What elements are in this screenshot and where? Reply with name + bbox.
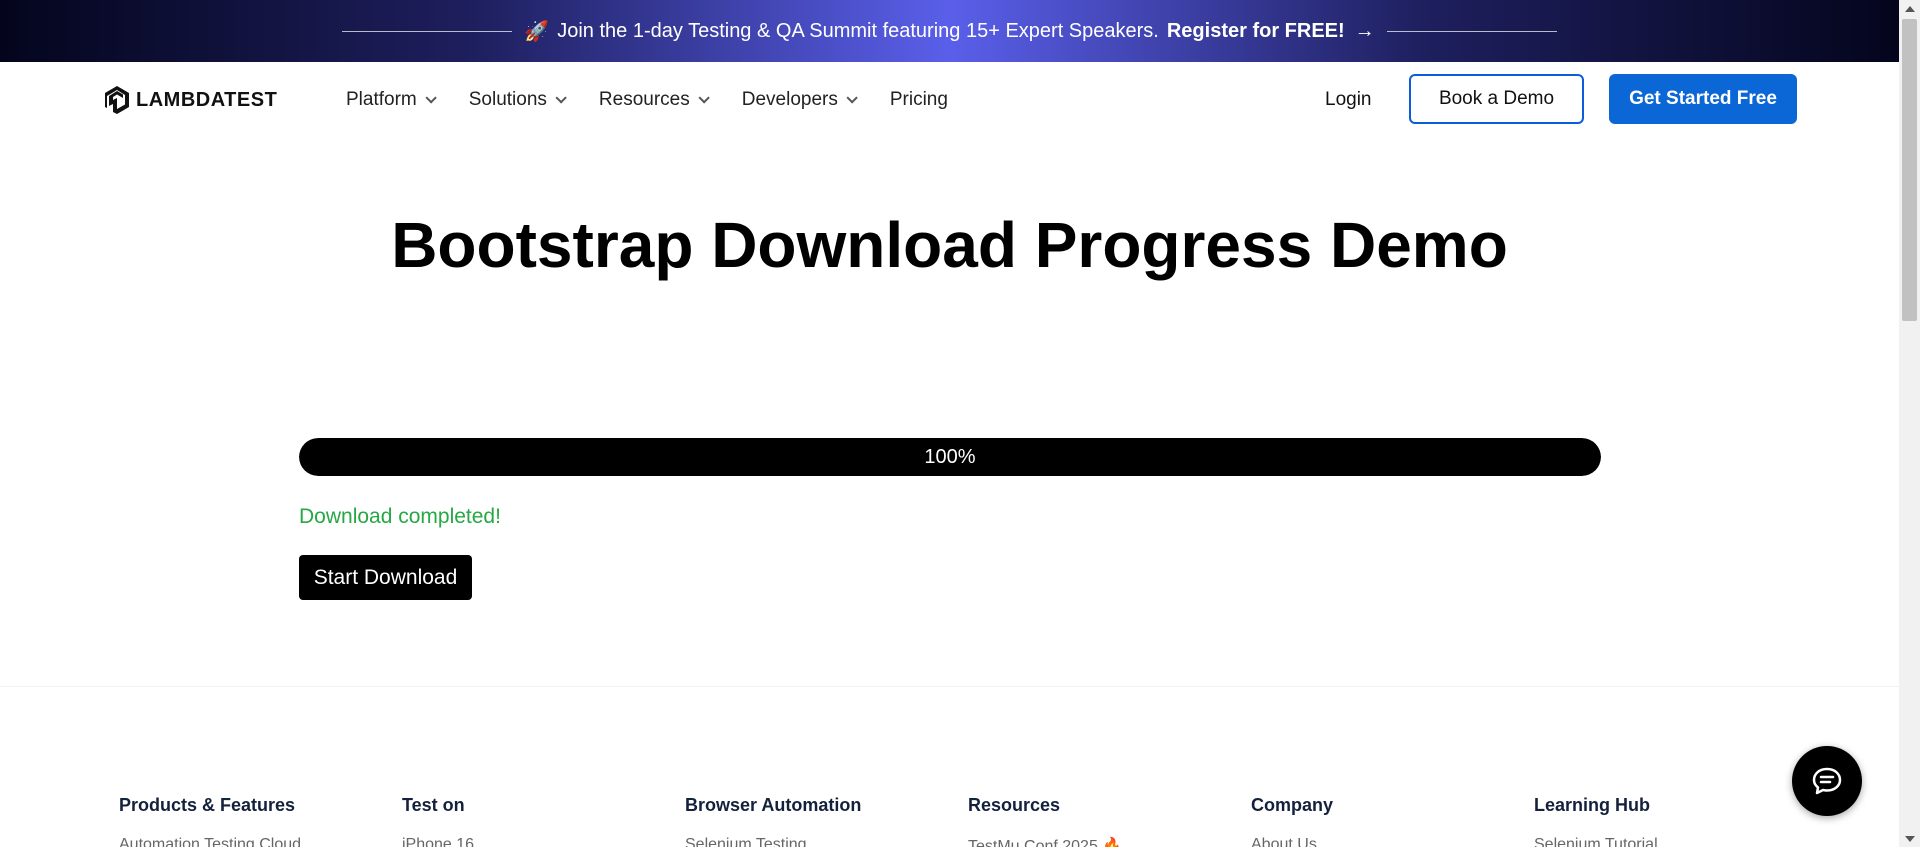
footer-column: Learning Hub Selenium Tutorial bbox=[1534, 795, 1794, 847]
chat-button[interactable] bbox=[1792, 746, 1862, 816]
chevron-down-icon bbox=[555, 92, 567, 104]
footer-link[interactable]: Selenium Testing bbox=[685, 836, 945, 847]
login-link[interactable]: Login bbox=[1325, 89, 1372, 111]
page-scrollbar[interactable] bbox=[1899, 0, 1920, 847]
footer-link[interactable]: iPhone 16 bbox=[402, 836, 662, 847]
promo-banner[interactable]: 🚀 Join the 1-day Testing & QA Summit fea… bbox=[0, 0, 1899, 62]
nav-label: Platform bbox=[346, 89, 417, 110]
footer-heading: Products & Features bbox=[119, 795, 296, 815]
banner-divider-left bbox=[342, 30, 513, 32]
footer-column: Products & Features Automation Testing C… bbox=[119, 795, 379, 847]
footer-heading: Company bbox=[1251, 795, 1334, 815]
banner-divider-right bbox=[1386, 30, 1557, 32]
footer-link[interactable]: About Us bbox=[1251, 836, 1511, 847]
promo-text: Join the 1-day Testing & QA Summit featu… bbox=[557, 19, 1159, 42]
download-status: Download completed! bbox=[299, 505, 501, 528]
scroll-down-arrow-icon[interactable] bbox=[1899, 830, 1920, 847]
promo-register-link[interactable]: Register for FREE! bbox=[1167, 20, 1345, 43]
chevron-down-icon bbox=[698, 92, 710, 104]
nav-label: Resources bbox=[598, 89, 690, 110]
nav-label: Pricing bbox=[889, 89, 948, 110]
footer-link[interactable]: TestMu Conf 2025 🔥 bbox=[968, 836, 1228, 847]
footer-link[interactable]: Selenium Tutorial bbox=[1534, 836, 1794, 847]
site-header: LAMBDATEST Platform Solutions Resources … bbox=[0, 62, 1899, 138]
footer-heading: Resources bbox=[968, 795, 1061, 815]
page-title: Bootstrap Download Progress Demo bbox=[391, 209, 1508, 281]
footer-column: Browser Automation Selenium Testing bbox=[685, 795, 945, 847]
nav-pricing[interactable]: Pricing bbox=[890, 89, 948, 111]
nav-platform[interactable]: Platform bbox=[346, 89, 437, 111]
progress-label: 100% bbox=[924, 445, 976, 468]
nav-solutions[interactable]: Solutions bbox=[468, 89, 567, 111]
lambdatest-logo-icon bbox=[105, 86, 129, 114]
rocket-icon: 🚀 bbox=[524, 20, 550, 43]
logo-text: LAMBDATEST bbox=[136, 88, 278, 111]
download-progress-bar: 100% bbox=[299, 438, 1601, 476]
get-started-button[interactable]: Get Started Free bbox=[1609, 74, 1797, 124]
nav-label: Developers bbox=[741, 89, 838, 110]
logo[interactable]: LAMBDATEST bbox=[102, 84, 277, 116]
scroll-up-arrow-icon[interactable] bbox=[1899, 0, 1920, 17]
progress-fill: 100% bbox=[299, 438, 1601, 476]
main-nav: Platform Solutions Resources Developers … bbox=[346, 62, 984, 138]
footer-column: Company About Us bbox=[1251, 795, 1511, 847]
scrollbar-thumb[interactable] bbox=[1902, 19, 1917, 321]
site-footer: Products & Features Automation Testing C… bbox=[0, 686, 1899, 847]
nav-resources[interactable]: Resources bbox=[598, 89, 710, 111]
footer-heading: Browser Automation bbox=[685, 795, 862, 815]
arrow-right-icon: → bbox=[1354, 19, 1375, 42]
footer-column: Resources TestMu Conf 2025 🔥 bbox=[968, 795, 1228, 847]
chat-icon bbox=[1812, 767, 1842, 795]
book-demo-button[interactable]: Book a Demo bbox=[1409, 74, 1584, 124]
footer-heading: Learning Hub bbox=[1534, 795, 1650, 815]
nav-developers[interactable]: Developers bbox=[741, 89, 858, 111]
footer-column: Test on iPhone 16 bbox=[402, 795, 662, 847]
nav-label: Solutions bbox=[468, 89, 547, 110]
chevron-down-icon bbox=[425, 92, 437, 104]
chevron-down-icon bbox=[846, 92, 858, 104]
footer-link[interactable]: Automation Testing Cloud bbox=[119, 836, 379, 847]
footer-heading: Test on bbox=[402, 795, 465, 815]
start-download-button[interactable]: Start Download bbox=[299, 555, 472, 600]
